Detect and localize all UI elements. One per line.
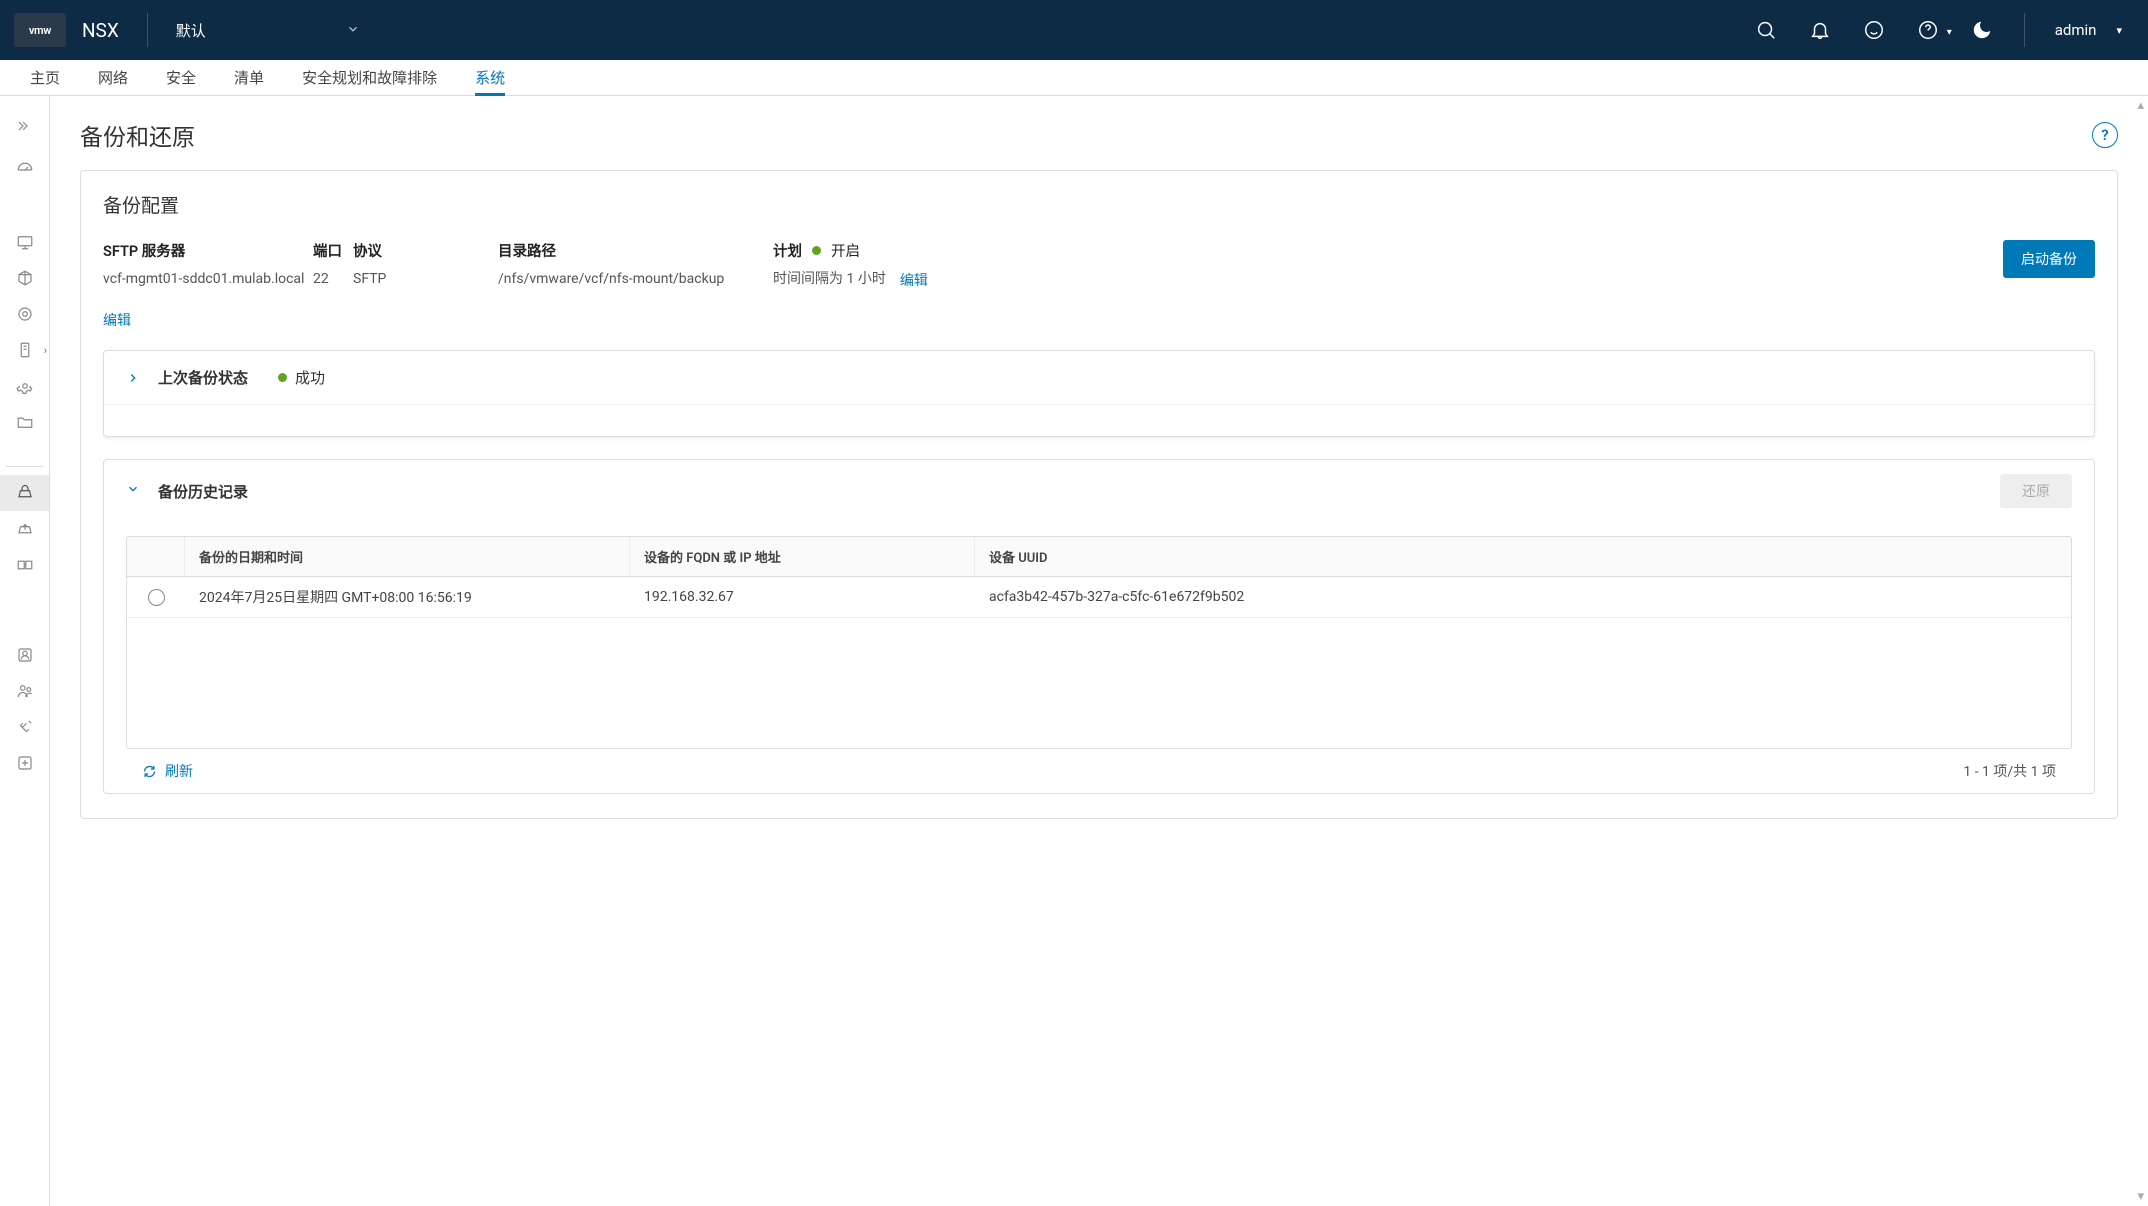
divider	[2024, 13, 2025, 47]
tab-system[interactable]: 系统	[475, 60, 505, 95]
sidebar-item-settings[interactable]	[0, 368, 49, 404]
chevron-down-icon: ▾	[2116, 24, 2122, 37]
column-fqdn: 设备的 FQDN 或 IP 地址	[630, 537, 975, 576]
page-help-button[interactable]: ?	[2092, 122, 2118, 148]
sidebar-item-folder[interactable]	[0, 404, 49, 440]
restore-button: 还原	[2000, 474, 2072, 508]
column-select	[127, 537, 185, 576]
last-backup-status-value: 成功	[295, 367, 325, 388]
port-label: 端口	[313, 240, 353, 261]
user-name: admin	[2055, 21, 2097, 39]
tab-inventory[interactable]: 清单	[234, 60, 264, 95]
pagination-text: 1 - 1 项/共 1 项	[1963, 761, 2056, 781]
sidebar-item-roles[interactable]	[0, 673, 49, 709]
sftp-server-label: SFTP 服务器	[103, 240, 313, 261]
app-header: vmw NSX 默认 ▾ admin ▾	[0, 0, 2148, 60]
context-selector[interactable]: 默认	[176, 20, 360, 41]
sidebar-item-migrate[interactable]	[0, 547, 49, 583]
chevron-down-icon: ▾	[1947, 27, 1952, 38]
sidebar-item-backup-restore[interactable]	[0, 475, 49, 511]
last-backup-status-label: 上次备份状态	[158, 367, 248, 388]
chevron-down-icon	[346, 22, 360, 39]
sidebar-item-fabric[interactable]	[0, 260, 49, 296]
sidebar-item-users[interactable]	[0, 637, 49, 673]
last-backup-status-header[interactable]: 上次备份状态 成功	[104, 351, 2094, 404]
schedule-value: 时间间隔为 1 小时	[773, 269, 886, 290]
last-backup-status-panel: 上次备份状态 成功	[103, 350, 2095, 437]
protocol-value: SFTP	[353, 269, 498, 290]
help-icon[interactable]: ▾	[1916, 18, 1940, 42]
sidebar-item-upgrade[interactable]	[0, 511, 49, 547]
scroll-up-icon[interactable]: ▴	[2137, 98, 2144, 113]
divider	[147, 13, 148, 47]
chevron-right-icon	[126, 371, 140, 385]
schedule-state: 开启	[831, 240, 860, 261]
cell-fqdn: 192.168.32.67	[630, 579, 975, 615]
port-value: 22	[313, 269, 353, 290]
edit-server-link[interactable]: 编辑	[103, 310, 131, 330]
row-radio[interactable]	[148, 589, 165, 606]
user-menu[interactable]: admin ▾	[2055, 21, 2122, 39]
bell-icon[interactable]	[1808, 18, 1832, 42]
sidebar-item-diagnostics[interactable]	[0, 709, 49, 745]
backup-history-header[interactable]: 备份历史记录	[126, 481, 248, 502]
backup-history-panel: 备份历史记录 还原 备份的日期和时间 设备的 FQDN 或 IP 地址 设备 U…	[103, 459, 2095, 794]
sidebar-item-hosts[interactable]: ›	[0, 332, 49, 368]
column-uuid: 设备 UUID	[975, 537, 2071, 576]
sidebar-item-dashboard[interactable]	[0, 152, 49, 188]
refresh-button[interactable]: 刷新	[142, 761, 193, 781]
backup-history-table: 备份的日期和时间 设备的 FQDN 或 IP 地址 设备 UUID 2024年7…	[126, 536, 2072, 749]
column-date: 备份的日期和时间	[185, 537, 630, 576]
tab-network[interactable]: 网络	[98, 60, 128, 95]
main-content: ▴ ▾ 备份和还原 ? 备份配置 SFTP 服务器 vcf-mgmt01-sdd…	[50, 96, 2148, 1206]
vmware-logo: vmw	[14, 13, 66, 47]
sidebar-divider	[6, 466, 43, 467]
edit-schedule-link[interactable]: 编辑	[900, 270, 928, 290]
sidebar-item-support[interactable]	[0, 745, 49, 781]
start-backup-button[interactable]: 启动备份	[2003, 240, 2095, 278]
config-title: 备份配置	[103, 191, 2095, 218]
page-title: 备份和还原	[80, 118, 195, 152]
cell-uuid: acfa3b42-457b-327a-c5fc-61e672f9b502	[975, 579, 2071, 615]
product-name: NSX	[82, 19, 119, 42]
scroll-down-icon[interactable]: ▾	[2137, 1189, 2144, 1204]
table-row[interactable]: 2024年7月25日星期四 GMT+08:00 16:56:19 192.168…	[127, 577, 2071, 618]
feedback-smiley-icon[interactable]	[1862, 18, 1886, 42]
tab-security[interactable]: 安全	[166, 60, 196, 95]
sidebar-item-lifecycle[interactable]	[0, 296, 49, 332]
protocol-label: 协议	[353, 240, 498, 261]
cell-date: 2024年7月25日星期四 GMT+08:00 16:56:19	[185, 577, 630, 617]
search-icon[interactable]	[1754, 18, 1778, 42]
sidebar-item-appliances[interactable]	[0, 224, 49, 260]
chevron-down-icon	[126, 482, 140, 500]
sidebar-expand-toggle[interactable]	[0, 108, 49, 144]
backup-config-card: 备份配置 SFTP 服务器 vcf-mgmt01-sddc01.mulab.lo…	[80, 170, 2118, 819]
main-tabs: 主页 网络 安全 清单 安全规划和故障排除 系统	[0, 60, 2148, 96]
sftp-server-value: vcf-mgmt01-sddc01.mulab.local	[103, 269, 313, 290]
schedule-label: 计划	[773, 240, 802, 261]
status-dot-icon	[278, 373, 287, 382]
context-label: 默认	[176, 20, 206, 41]
dir-path-value: /nfs/vmware/vcf/nfs-mount/backup	[498, 269, 773, 290]
chevron-right-icon: ›	[44, 344, 47, 357]
tab-security-planning[interactable]: 安全规划和故障排除	[302, 60, 437, 95]
status-dot-icon	[812, 246, 821, 255]
dir-path-label: 目录路径	[498, 240, 773, 261]
left-sidebar: ›	[0, 96, 50, 1206]
dark-mode-moon-icon[interactable]	[1970, 18, 1994, 42]
refresh-label: 刷新	[165, 761, 193, 781]
backup-history-label: 备份历史记录	[158, 481, 248, 502]
tab-home[interactable]: 主页	[30, 60, 60, 95]
